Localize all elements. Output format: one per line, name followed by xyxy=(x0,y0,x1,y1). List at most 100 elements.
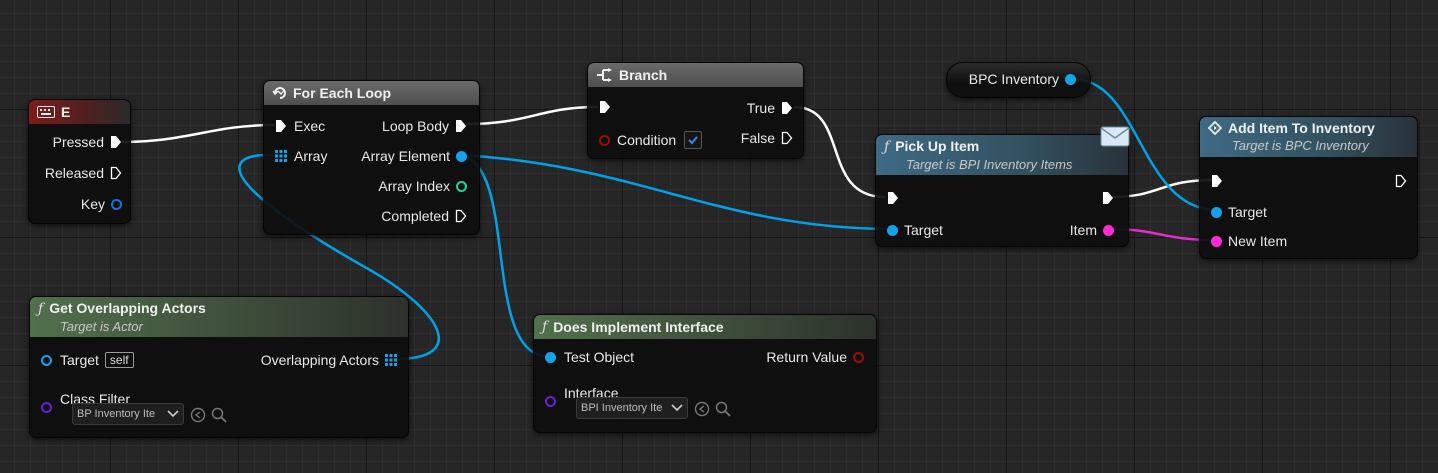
struct-item-pin-icon xyxy=(1103,224,1114,236)
node-subtitle: Target is BPI Inventory Items xyxy=(906,157,1073,172)
overlapping-actors-label: Overlapping Actors xyxy=(260,352,379,368)
node-title: Pick Up Item xyxy=(895,138,980,154)
branch-node[interactable]: Branch Condition True False xyxy=(587,62,804,159)
node-header: E xyxy=(29,100,130,124)
browse-arrow-icon[interactable] xyxy=(694,401,710,417)
exec-pin-filled-icon xyxy=(600,101,610,113)
node-header: For Each Loop xyxy=(264,81,479,105)
function-icon: ƒ xyxy=(542,319,548,335)
node-header: Branch xyxy=(588,63,803,87)
class-pin-icon xyxy=(41,402,52,413)
search-icon[interactable] xyxy=(715,401,731,417)
target-label: Target xyxy=(904,222,943,238)
array-label: Array xyxy=(294,148,328,164)
exec-pin-filled-icon xyxy=(276,120,286,132)
class-filter-value: BP Inventory Ite xyxy=(77,408,156,420)
new-item-pin[interactable]: New Item xyxy=(1211,233,1287,249)
bpc-inventory-output-pin[interactable]: BPC Inventory xyxy=(969,71,1076,87)
bpc-inventory-label: BPC Inventory xyxy=(968,71,1059,87)
chevron-down-icon xyxy=(671,404,683,412)
add-item-to-inventory-node[interactable]: Add Item To Inventory Target is BPC Inve… xyxy=(1199,116,1418,259)
node-title: Branch xyxy=(619,67,668,83)
input-key-e-node[interactable]: E Pressed Released Key xyxy=(28,99,131,224)
checkmark-icon xyxy=(688,136,698,145)
exec-input-pin[interactable] xyxy=(1211,174,1223,188)
get-overlapping-actors-node[interactable]: ƒ Get Overlapping Actors Target is Actor … xyxy=(29,296,409,438)
target-pin[interactable]: Target self xyxy=(41,352,134,368)
class-pin-icon xyxy=(545,396,556,407)
exec-input-pin[interactable] xyxy=(887,191,899,205)
array-grid-icon xyxy=(385,354,397,366)
node-header: ƒ Does Implement Interface xyxy=(534,315,876,339)
struct-pin-icon xyxy=(111,198,122,210)
array-index-label: Array Index xyxy=(378,178,450,194)
object-wire-element-to-pickup-target xyxy=(459,153,894,231)
node-title: E xyxy=(61,104,71,120)
function-icon: ƒ xyxy=(884,139,890,155)
true-label: True xyxy=(746,100,775,116)
exec-input-pin[interactable] xyxy=(599,100,611,114)
node-subtitle: Target is Actor xyxy=(60,319,143,334)
node-title: Get Overlapping Actors xyxy=(49,300,206,316)
loop-body-label: Loop Body xyxy=(382,118,449,134)
completed-label: Completed xyxy=(381,208,449,224)
array-input-pin[interactable]: Array xyxy=(275,148,327,164)
node-title: Does Implement Interface xyxy=(553,319,724,335)
return-value-pin[interactable]: Return Value xyxy=(766,349,864,365)
condition-pin[interactable]: Condition xyxy=(599,131,703,149)
target-pin[interactable]: Target xyxy=(887,222,943,238)
bool-pin-icon xyxy=(599,134,610,146)
array-element-pin[interactable]: Array Element xyxy=(361,148,467,164)
released-pin[interactable]: Released xyxy=(45,165,122,181)
pick-up-item-node[interactable]: ƒ Pick Up Item Target is BPI Inventory It… xyxy=(875,126,1130,247)
class-filter-dropdown[interactable]: BP Inventory Ite xyxy=(72,403,184,425)
exec-output-pin[interactable] xyxy=(1102,191,1114,205)
released-label: Released xyxy=(44,165,104,181)
key-label: Key xyxy=(80,196,105,212)
key-pin[interactable]: Key xyxy=(81,196,122,212)
item-output-pin[interactable]: Item xyxy=(1070,222,1114,238)
exec-pin-filled-icon xyxy=(456,120,466,132)
exec-pin-filled-icon xyxy=(782,102,792,114)
exec-input-pin[interactable]: Exec xyxy=(275,118,325,134)
self-default-value: self xyxy=(104,352,134,368)
message-icon xyxy=(1100,126,1130,147)
exec-pin-filled-icon xyxy=(1212,175,1222,187)
chevron-down-icon xyxy=(167,410,179,418)
false-label: False xyxy=(740,130,775,146)
target-pin[interactable]: Target xyxy=(1211,204,1267,220)
target-label: Target xyxy=(60,352,99,368)
false-pin[interactable]: False xyxy=(741,130,793,146)
object-pin-icon xyxy=(1211,206,1222,218)
loop-body-pin[interactable]: Loop Body xyxy=(382,118,467,134)
object-pin-icon xyxy=(545,351,556,363)
browse-arrow-icon[interactable] xyxy=(190,407,206,423)
true-pin[interactable]: True xyxy=(747,100,793,116)
bool-pin-icon xyxy=(853,351,864,363)
exec-pin-filled-icon xyxy=(111,136,121,148)
exec-pin-empty-icon xyxy=(110,166,122,180)
bpc-inventory-variable-node[interactable]: BPC Inventory xyxy=(946,62,1091,98)
pressed-pin[interactable]: Pressed xyxy=(53,134,122,150)
pressed-label: Pressed xyxy=(52,134,104,150)
function-icon: ƒ xyxy=(38,301,44,317)
exec-wire-pressed-to-exec xyxy=(119,123,276,144)
does-implement-interface-node[interactable]: ƒ Does Implement Interface Test Object R… xyxy=(533,314,877,433)
completed-pin[interactable]: Completed xyxy=(381,208,467,224)
struct-item-pin-icon xyxy=(1211,235,1222,247)
test-object-pin[interactable]: Test Object xyxy=(545,349,634,365)
loop-icon xyxy=(272,87,286,99)
object-pin-icon xyxy=(1065,73,1076,85)
interface-dropdown[interactable]: BPI Inventory Ite xyxy=(576,397,688,419)
condition-checkbox[interactable] xyxy=(684,131,703,149)
array-index-pin[interactable]: Array Index xyxy=(378,178,467,194)
node-title: Add Item To Inventory xyxy=(1228,120,1375,136)
exec-pin-filled-icon xyxy=(888,192,898,204)
for-each-loop-node[interactable]: For Each Loop Exec Array Loop Body Array… xyxy=(263,80,480,235)
search-icon[interactable] xyxy=(211,407,227,423)
exec-pin-filled-icon xyxy=(1103,192,1113,204)
exec-wire-loopbody-to-branch xyxy=(465,105,599,126)
exec-output-pin[interactable] xyxy=(1395,174,1407,188)
overlapping-actors-pin[interactable]: Overlapping Actors xyxy=(261,352,397,368)
interface-value: BPI Inventory Ite xyxy=(581,402,663,414)
